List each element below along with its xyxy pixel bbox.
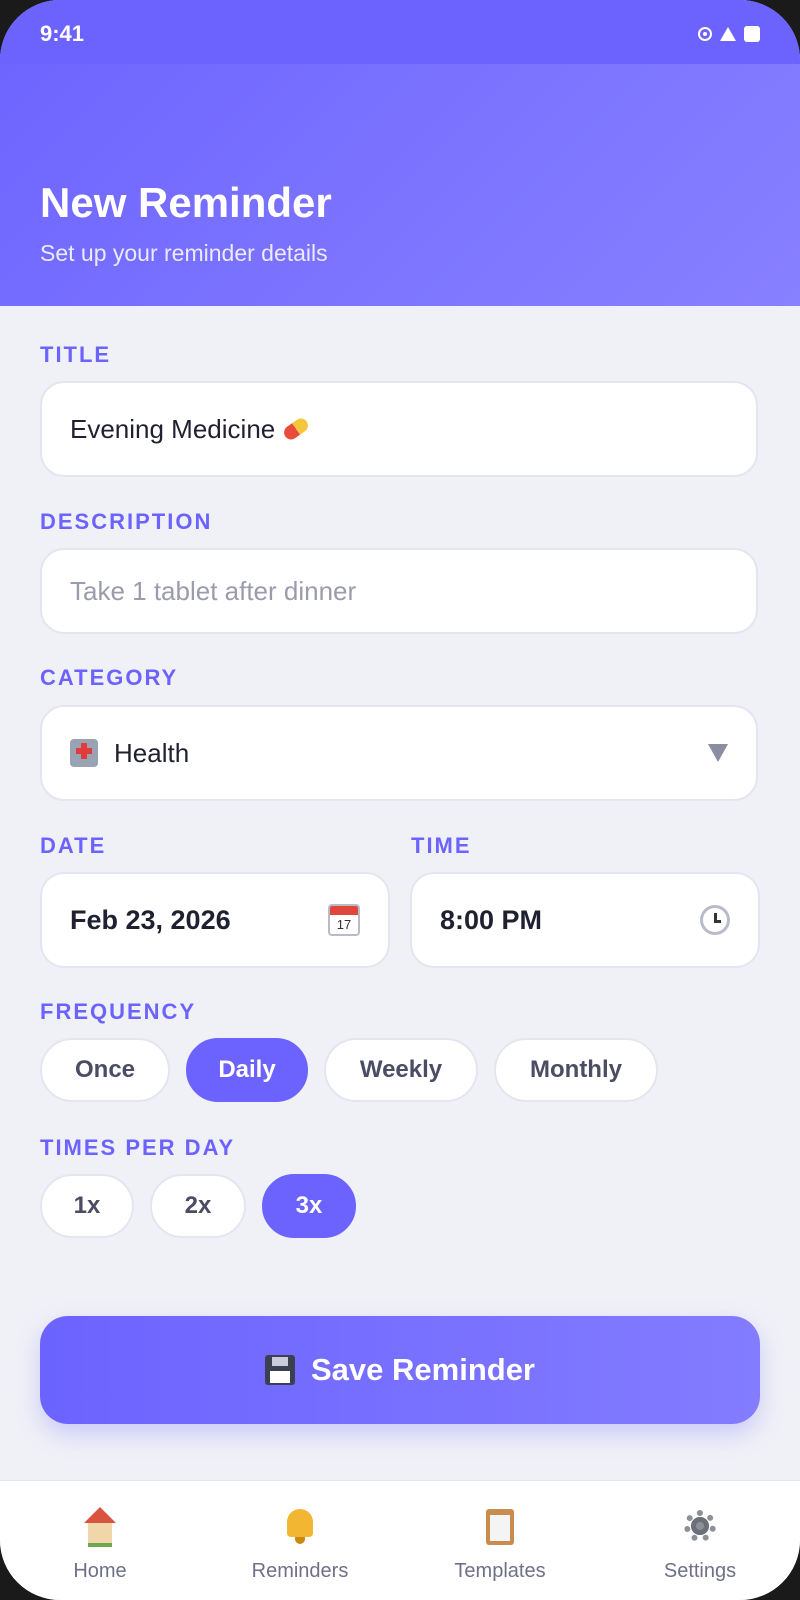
description-input[interactable] [70, 575, 728, 607]
clipboard-icon [481, 1507, 519, 1545]
category-label: CATEGORY [40, 665, 179, 690]
nav-item-settings[interactable]: Settings [600, 1481, 800, 1600]
battery-icon [744, 26, 760, 42]
calendar-icon: 17 [328, 904, 360, 936]
nav-item-home[interactable]: Home [0, 1481, 200, 1600]
nav-item-templates[interactable]: Templates [400, 1481, 600, 1600]
times-option-2x[interactable]: 2x [150, 1174, 246, 1238]
save-reminder-button[interactable]: Save Reminder [40, 1316, 760, 1424]
bottom-nav: Home Reminders Templates Settings [0, 1480, 800, 1600]
nav-label-reminders: Reminders [251, 1560, 349, 1582]
frequency-option-weekly[interactable]: Weekly [324, 1038, 478, 1102]
times-option-1x[interactable]: 1x [40, 1174, 134, 1238]
nav-label-templates: Templates [454, 1560, 546, 1582]
clock-icon [700, 905, 730, 935]
times-per-day-label: TIMES PER DAY [40, 1135, 236, 1160]
nav-label-settings: Settings [663, 1560, 737, 1582]
frequency-option-daily[interactable]: Daily [186, 1038, 308, 1102]
phone-screen: New Reminder Set up your reminder detail… [0, 0, 800, 1600]
signal-icon [720, 27, 736, 41]
page-title: New Reminder [40, 179, 332, 226]
home-icon [81, 1507, 119, 1547]
date-label: DATE [40, 833, 107, 858]
title-input-value: Evening Medicine [70, 413, 276, 444]
frequency-option-monthly[interactable]: Monthly [494, 1038, 658, 1102]
chevron-down-icon [708, 744, 728, 762]
frequency-option-once[interactable]: Once [40, 1038, 170, 1102]
save-reminder-label: Save Reminder [311, 1352, 535, 1387]
nav-item-reminders[interactable]: Reminders [200, 1481, 400, 1600]
gear-icon [681, 1507, 719, 1545]
time-picker[interactable]: 8:00 PM [410, 872, 760, 968]
status-time: 9:41 [40, 21, 85, 46]
location-icon [698, 27, 712, 41]
title-label: TITLE [40, 342, 112, 367]
floppy-disk-icon [265, 1355, 295, 1385]
time-label: TIME [411, 833, 472, 858]
time-value: 8:00 PM [440, 904, 543, 935]
status-icons [698, 22, 760, 46]
hospital-icon [70, 739, 98, 767]
title-input[interactable]: Evening Medicine [40, 381, 758, 477]
category-select[interactable]: Health [40, 705, 758, 801]
times-option-3x[interactable]: 3x [262, 1174, 356, 1238]
category-value: Health [114, 737, 190, 768]
pill-icon [281, 415, 311, 443]
date-value: Feb 23, 2026 [70, 904, 231, 935]
description-label: DESCRIPTION [40, 509, 213, 534]
nav-label-home: Home [73, 1560, 127, 1582]
date-picker[interactable]: Feb 23, 2026 17 [40, 872, 390, 968]
bell-icon [281, 1507, 319, 1545]
description-field[interactable] [40, 548, 758, 634]
page-subtitle: Set up your reminder details [40, 240, 328, 266]
frequency-label: FREQUENCY [40, 999, 197, 1024]
status-bar: 9:41 [0, 0, 800, 64]
